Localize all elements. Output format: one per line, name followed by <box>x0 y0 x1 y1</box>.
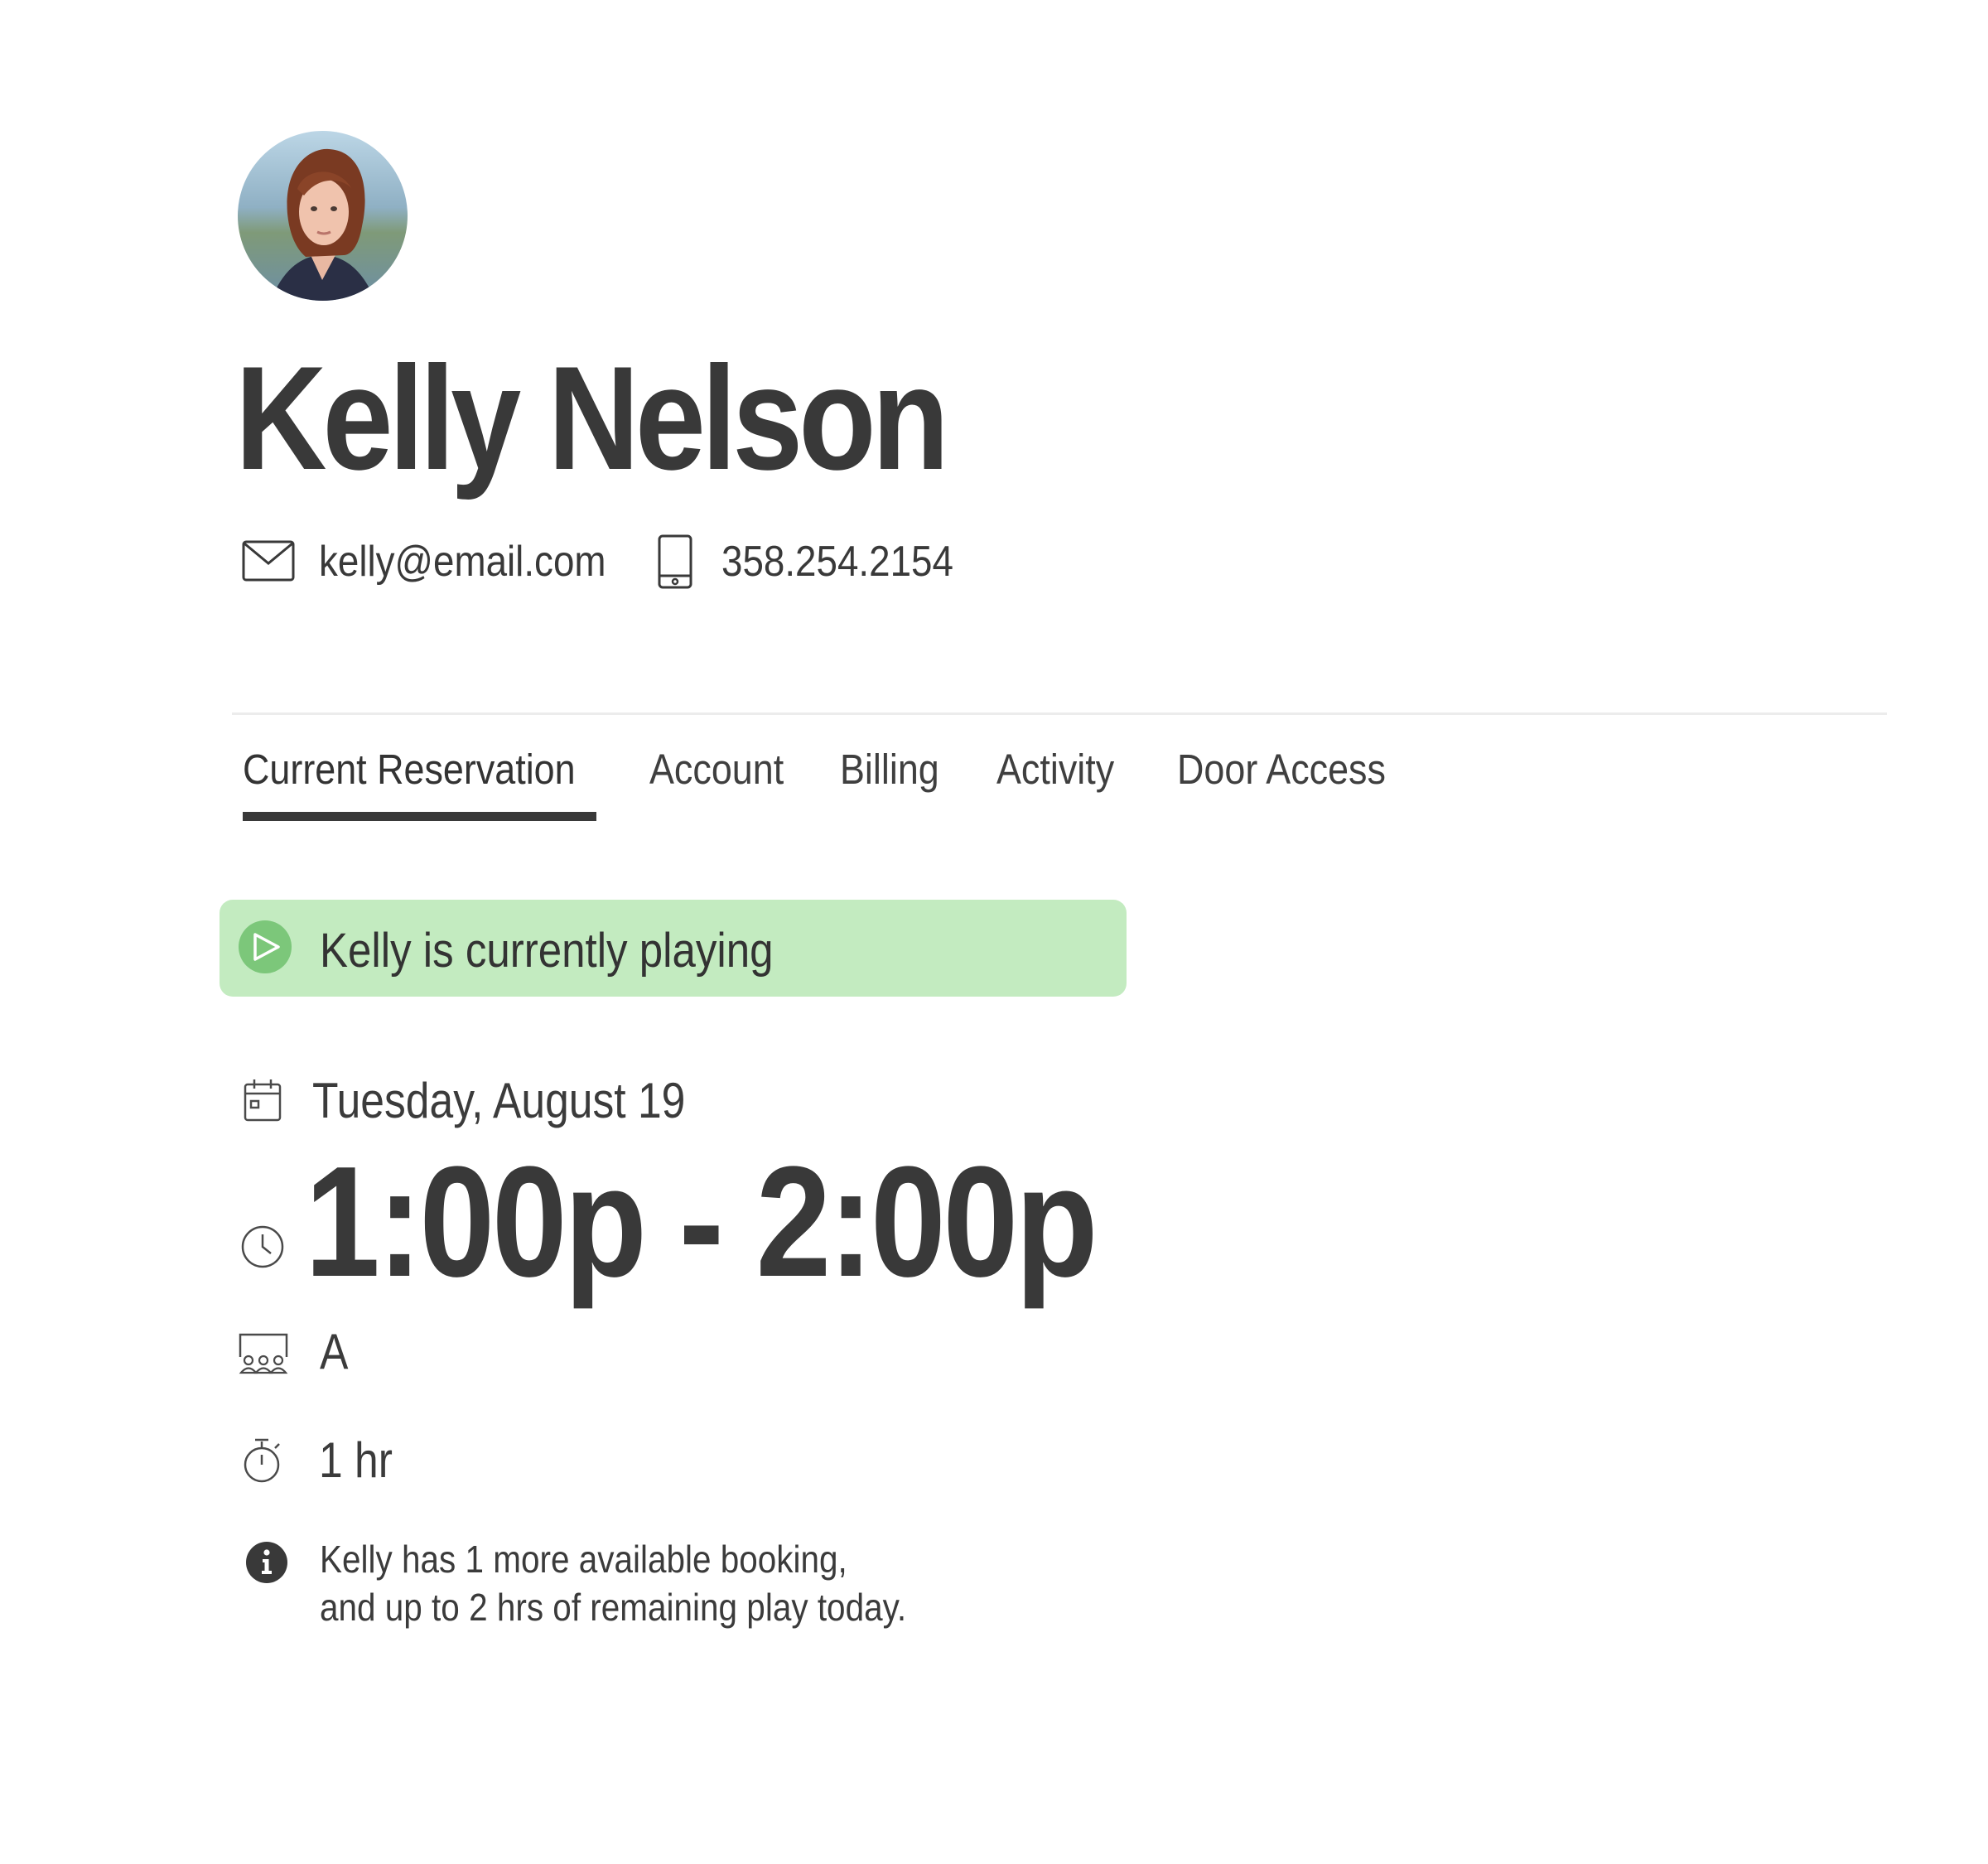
phone-link[interactable]: 358.254.2154 <box>721 537 953 587</box>
tab-door-access[interactable]: Door Access <box>1177 744 1386 795</box>
reservation-date: Tuesday, August 19 <box>312 1073 686 1128</box>
active-tab-indicator <box>243 812 596 821</box>
tab-account[interactable]: Account <box>649 744 784 795</box>
mobile-phone-icon <box>658 534 692 589</box>
court-icon <box>237 1332 290 1375</box>
profile-name: Kelly Nelson <box>235 336 949 500</box>
avatar-image <box>238 131 408 301</box>
play-icon <box>239 920 292 973</box>
stopwatch-icon <box>242 1437 283 1485</box>
avatar <box>238 131 408 301</box>
section-divider <box>232 712 1887 715</box>
email-link[interactable]: kelly@email.com <box>319 537 606 587</box>
tab-current-reservation[interactable]: Current Reservation <box>243 744 576 795</box>
booking-info: Kelly has 1 more available booking, and … <box>320 1535 906 1631</box>
reservation-duration: 1 hr <box>319 1432 393 1488</box>
clock-icon <box>240 1224 285 1269</box>
reservation-time: 1:00p - 2:00p <box>305 1134 1098 1310</box>
reservation-court: A <box>320 1324 349 1379</box>
calendar-icon <box>244 1079 282 1122</box>
booking-info-line-2: and up to 2 hrs of remaining play today. <box>320 1586 907 1629</box>
info-icon <box>245 1541 288 1584</box>
status-text: Kelly is currently playing <box>320 924 774 978</box>
booking-info-line-1: Kelly has 1 more available booking, <box>320 1538 847 1581</box>
tab-activity[interactable]: Activity <box>996 744 1114 795</box>
tab-billing[interactable]: Billing <box>840 744 939 795</box>
envelope-icon <box>242 540 295 582</box>
